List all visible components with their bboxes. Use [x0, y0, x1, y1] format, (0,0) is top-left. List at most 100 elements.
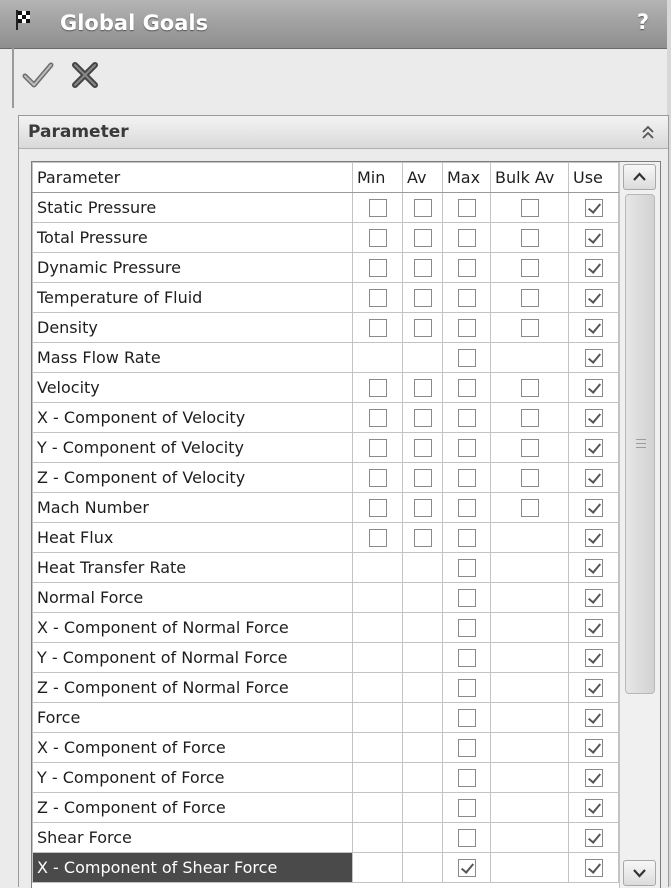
parameter-group-header[interactable]: Parameter: [19, 116, 668, 149]
parameter-name[interactable]: Static Pressure: [32, 192, 353, 223]
table-row[interactable]: Velocity: [32, 372, 619, 403]
bulk-checkbox[interactable]: [520, 499, 539, 518]
bulk-checkbox[interactable]: [520, 439, 539, 458]
min-checkbox[interactable]: [368, 439, 387, 458]
max-checkbox[interactable]: [457, 679, 476, 698]
scroll-up-button[interactable]: [623, 164, 656, 190]
av-checkbox[interactable]: [413, 199, 432, 218]
max-checkbox[interactable]: [457, 829, 476, 848]
column-header-max[interactable]: Max: [442, 162, 491, 193]
max-checkbox[interactable]: [457, 259, 476, 278]
bulk-checkbox[interactable]: [520, 319, 539, 338]
parameter-name[interactable]: Y - Component of Normal Force: [32, 642, 353, 673]
table-row[interactable]: Y - Component of Force: [32, 762, 619, 793]
table-row[interactable]: Dynamic Pressure: [32, 252, 619, 283]
double-chevron-up-icon[interactable]: [640, 124, 656, 140]
max-checkbox[interactable]: [457, 499, 476, 518]
use-checkbox[interactable]: [584, 229, 603, 248]
table-row[interactable]: Total Pressure: [32, 222, 619, 253]
bulk-checkbox[interactable]: [520, 469, 539, 488]
parameter-name[interactable]: Dynamic Pressure: [32, 252, 353, 283]
use-checkbox[interactable]: [584, 439, 603, 458]
min-checkbox[interactable]: [368, 379, 387, 398]
use-checkbox[interactable]: [584, 559, 603, 578]
av-checkbox[interactable]: [413, 409, 432, 428]
max-checkbox[interactable]: [457, 619, 476, 638]
parameter-name[interactable]: X - Component of Shear Force: [32, 852, 353, 883]
min-checkbox[interactable]: [368, 289, 387, 308]
max-checkbox[interactable]: [457, 319, 476, 338]
table-row[interactable]: X - Component of Normal Force: [32, 612, 619, 643]
table-row[interactable]: Z - Component of Normal Force: [32, 672, 619, 703]
column-header-use[interactable]: Use: [568, 162, 619, 193]
max-checkbox[interactable]: [457, 469, 476, 488]
max-checkbox[interactable]: [457, 409, 476, 428]
use-checkbox[interactable]: [584, 199, 603, 218]
parameter-name[interactable]: Force: [32, 702, 353, 733]
max-checkbox[interactable]: [457, 769, 476, 788]
use-checkbox[interactable]: [584, 829, 603, 848]
parameter-name[interactable]: Velocity: [32, 372, 353, 403]
max-checkbox[interactable]: [457, 859, 476, 878]
max-checkbox[interactable]: [457, 379, 476, 398]
max-checkbox[interactable]: [457, 709, 476, 728]
bulk-checkbox[interactable]: [520, 289, 539, 308]
table-row[interactable]: X - Component of Velocity: [32, 402, 619, 433]
use-checkbox[interactable]: [584, 259, 603, 278]
use-checkbox[interactable]: [584, 499, 603, 518]
max-checkbox[interactable]: [457, 439, 476, 458]
parameter-name[interactable]: Total Pressure: [32, 222, 353, 253]
vertical-scrollbar[interactable]: [619, 162, 660, 888]
use-checkbox[interactable]: [584, 709, 603, 728]
av-checkbox[interactable]: [413, 319, 432, 338]
parameter-name[interactable]: Z - Component of Velocity: [32, 462, 353, 493]
min-checkbox[interactable]: [368, 529, 387, 548]
av-checkbox[interactable]: [413, 499, 432, 518]
parameter-name[interactable]: Density: [32, 312, 353, 343]
av-checkbox[interactable]: [413, 439, 432, 458]
max-checkbox[interactable]: [457, 799, 476, 818]
min-checkbox[interactable]: [368, 499, 387, 518]
use-checkbox[interactable]: [584, 529, 603, 548]
av-checkbox[interactable]: [413, 469, 432, 488]
max-checkbox[interactable]: [457, 349, 476, 368]
use-checkbox[interactable]: [584, 859, 603, 878]
parameter-name[interactable]: Heat Transfer Rate: [32, 552, 353, 583]
use-checkbox[interactable]: [584, 619, 603, 638]
column-header-min[interactable]: Min: [352, 162, 403, 193]
parameter-name[interactable]: Shear Force: [32, 822, 353, 853]
max-checkbox[interactable]: [457, 649, 476, 668]
max-checkbox[interactable]: [457, 199, 476, 218]
table-row[interactable]: X - Component of Force: [32, 732, 619, 763]
min-checkbox[interactable]: [368, 319, 387, 338]
parameter-name[interactable]: Mass Flow Rate: [32, 342, 353, 373]
use-checkbox[interactable]: [584, 379, 603, 398]
table-row[interactable]: Density: [32, 312, 619, 343]
table-row[interactable]: Normal Force: [32, 582, 619, 613]
av-checkbox[interactable]: [413, 379, 432, 398]
parameter-name[interactable]: Y - Component of Velocity: [32, 432, 353, 463]
bulk-checkbox[interactable]: [520, 199, 539, 218]
use-checkbox[interactable]: [584, 739, 603, 758]
table-row[interactable]: X - Component of Shear Force: [32, 852, 619, 883]
use-checkbox[interactable]: [584, 649, 603, 668]
min-checkbox[interactable]: [368, 409, 387, 428]
parameter-name[interactable]: Z - Component of Force: [32, 792, 353, 823]
use-checkbox[interactable]: [584, 409, 603, 428]
av-checkbox[interactable]: [413, 529, 432, 548]
table-row[interactable]: Shear Force: [32, 822, 619, 853]
max-checkbox[interactable]: [457, 229, 476, 248]
use-checkbox[interactable]: [584, 769, 603, 788]
av-checkbox[interactable]: [413, 229, 432, 248]
table-row[interactable]: Z - Component of Velocity: [32, 462, 619, 493]
column-header-bulk-av[interactable]: Bulk Av: [490, 162, 569, 193]
min-checkbox[interactable]: [368, 199, 387, 218]
max-checkbox[interactable]: [457, 589, 476, 608]
use-checkbox[interactable]: [584, 469, 603, 488]
bulk-checkbox[interactable]: [520, 379, 539, 398]
parameter-name[interactable]: X - Component of Velocity: [32, 402, 353, 433]
use-checkbox[interactable]: [584, 679, 603, 698]
bulk-checkbox[interactable]: [520, 259, 539, 278]
use-checkbox[interactable]: [584, 349, 603, 368]
parameter-name[interactable]: Mach Number: [32, 492, 353, 523]
